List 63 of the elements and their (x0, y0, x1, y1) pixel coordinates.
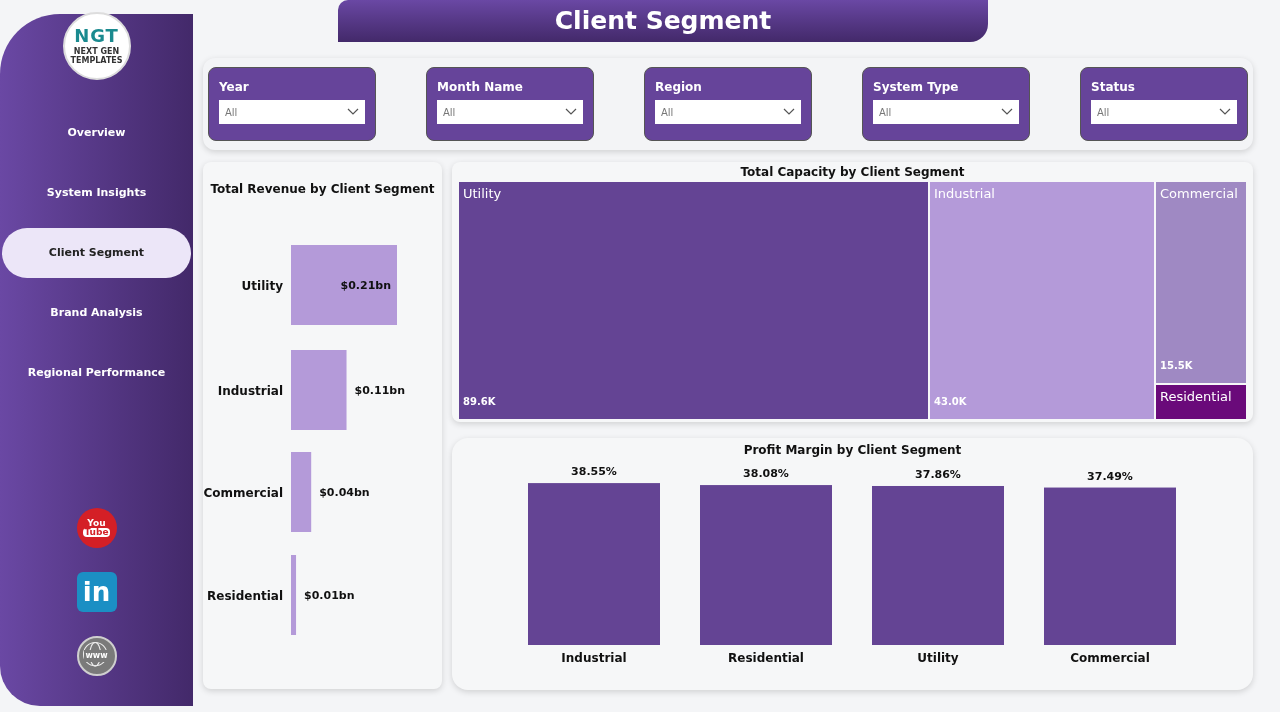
value-label: $0.21bn (340, 279, 391, 292)
treemap-tile[interactable]: Utility 89.6K (459, 182, 928, 419)
tile-value: 89.6K (463, 395, 497, 409)
filter-dropdown[interactable]: All (873, 100, 1019, 124)
tile-label: Commercial (1160, 186, 1239, 203)
treemap-tile[interactable]: Commercial 15.5K (1156, 182, 1246, 383)
nav-item[interactable]: System Insights (2, 168, 191, 218)
category-label: Commercial (203, 486, 283, 500)
logo-tagline: NEXT GEN TEMPLATES (70, 47, 123, 65)
network-icon[interactable]: in (76, 572, 117, 612)
category-label: Commercial (1070, 651, 1150, 665)
nav-item[interactable]: Overview (2, 108, 191, 158)
filter-label: Region (655, 79, 703, 96)
value-label: 37.86% (915, 468, 961, 481)
value-label: 38.08% (743, 467, 789, 481)
filter-label: Month Name (437, 79, 524, 96)
filter-dropdown[interactable]: All (655, 100, 801, 124)
value-label: $0.01bn (304, 589, 355, 602)
treemap-tile[interactable]: Industrial 43.0K (930, 182, 1154, 419)
category-label: Utility (241, 279, 283, 293)
dropdown-value: All (1097, 105, 1110, 120)
dropdown-value: All (661, 105, 674, 120)
tile-value: 15.5K (1160, 359, 1194, 373)
category-label: Residential (207, 589, 283, 603)
dropdown-value: All (443, 105, 456, 120)
chevron-down-icon (783, 108, 795, 116)
value-label: 37.49% (1087, 469, 1133, 483)
tile-label: Residential (1160, 389, 1233, 406)
treemap-tile[interactable]: Residential (1156, 385, 1246, 419)
nav-item[interactable]: Brand Analysis (2, 288, 191, 338)
filter-label: Status (1091, 79, 1136, 96)
filter-label: Year (219, 79, 250, 96)
category-label: Utility (917, 651, 959, 665)
category-label: Industrial (561, 651, 627, 665)
globe-icon[interactable]: www (76, 636, 117, 676)
chevron-down-icon (347, 108, 359, 116)
page-title: Client Segment (338, 0, 988, 42)
tile-value: 43.0K (934, 395, 968, 409)
nav-item[interactable]: Regional Performance (2, 348, 191, 398)
chart-title: Profit Margin by Client Segment (742, 442, 963, 459)
dropdown-value: All (879, 105, 892, 120)
value-label: $0.11bn (354, 384, 405, 397)
icon-text: Tube (83, 528, 110, 537)
nav-item[interactable]: Client Segment (2, 228, 191, 278)
value-label: $0.04bn (319, 486, 370, 499)
value-label: 38.55% (571, 465, 617, 479)
dropdown-value: All (225, 105, 238, 120)
chevron-down-icon (1001, 108, 1013, 116)
chart-title: Total Capacity by Client Segment (739, 164, 966, 181)
video-icon[interactable]: You Tube (76, 508, 117, 548)
filter-dropdown[interactable]: All (1091, 100, 1237, 124)
filter-dropdown[interactable]: All (437, 100, 583, 124)
tile-label: Utility (463, 186, 503, 203)
filter-label: System Type (873, 79, 960, 96)
chevron-down-icon (565, 108, 577, 116)
logo-mark: NGT (74, 27, 119, 45)
icon-text: You (87, 519, 106, 528)
category-label: Residential (728, 651, 804, 665)
chevron-down-icon (1219, 108, 1231, 116)
category-label: Industrial (217, 384, 283, 398)
chart-title: Total Revenue by Client Segment (209, 181, 436, 198)
tile-label: Industrial (934, 186, 996, 203)
filter-dropdown[interactable]: All (219, 100, 365, 124)
